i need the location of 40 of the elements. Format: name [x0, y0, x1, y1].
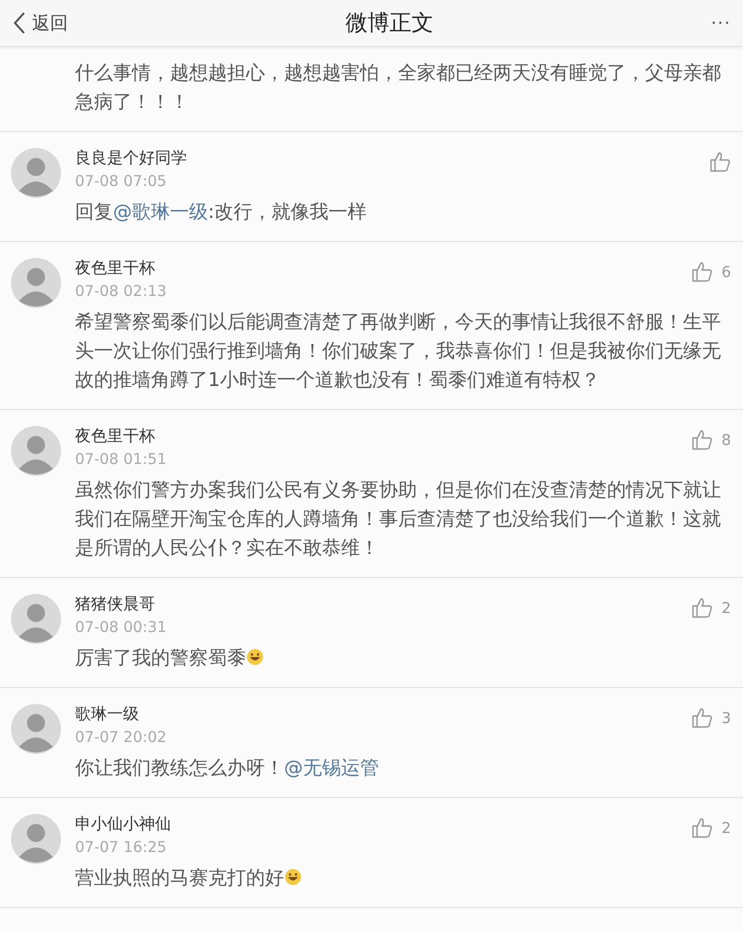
- comment-text: 虽然你们警方办案我们公民有义务要协助，但是你们在没查清楚的情况下就让我们在隔壁开淘宝仓库的人蹲墙角！事后查清楚了也没给我们一个道歉！这就是所谓的人民公仆？实在不敢恭维！: [75, 478, 722, 561]
- like-button[interactable]: [710, 152, 731, 172]
- mention-link[interactable]: @无锡运管: [284, 757, 379, 779]
- thumbs-up-icon: [692, 598, 714, 618]
- thumbs-up-icon: [692, 262, 714, 282]
- avatar-icon: [11, 426, 61, 476]
- comment-time: 07-07 16:25: [75, 838, 168, 856]
- comment-time: 07-08 02:13: [75, 282, 167, 300]
- avatar-icon: [11, 704, 61, 754]
- page-title: 微博正文: [345, 10, 434, 38]
- emoji-icon: [246, 648, 264, 666]
- back-icon: [12, 11, 26, 35]
- comment-text: 厉害了我的警察蜀黍: [75, 644, 731, 673]
- user-name[interactable]: 良良是个好同学: [75, 148, 187, 169]
- avatar-icon: [11, 148, 61, 198]
- thumbs-up-icon: [692, 430, 714, 450]
- back-button[interactable]: 返回: [12, 11, 68, 35]
- comment-text: 你让我们教练怎么办呀！@无锡运管: [75, 756, 380, 781]
- thumbs-up-icon: [692, 708, 714, 728]
- avatar-icon: [11, 258, 61, 308]
- comment-time: 07-08 00:31: [75, 618, 167, 636]
- avatar-icon: [11, 594, 61, 644]
- avatar-icon: [11, 814, 61, 864]
- comment-text: 希望警察蜀黍们以后能调查清楚了再做判断，今天的事情让我很不舒服！生平头一次让你们强行推到墙角！你们破案了，我恭喜你们！但是我被你们无缘无故的推墙角蹲了1小时连一个道歉也没有！蜀黍们难道有特权？: [75, 310, 722, 393]
- comment-text: 营业执照的马赛克打的好: [75, 864, 731, 893]
- mention-link[interactable]: @歌琳一级: [113, 201, 208, 223]
- comment-text: 回复@歌琳一级:改行，就像我一样: [75, 200, 368, 225]
- thumbs-up-icon: [692, 818, 714, 838]
- user-name[interactable]: 猪猪侠晨哥: [75, 594, 167, 615]
- more-button[interactable]: ···: [710, 12, 731, 34]
- comment-time: 07-07 20:02: [75, 728, 167, 746]
- comment-time: 07-08 01:51: [75, 450, 167, 468]
- comment-time: 07-08 07:05: [75, 172, 168, 190]
- user-name[interactable]: 歌琳一级: [75, 704, 167, 725]
- emoji-icon: [284, 868, 302, 886]
- user-name[interactable]: 夜色里干杯: [75, 258, 167, 279]
- thumbs-up-icon: [710, 152, 731, 172]
- user-name[interactable]: 夜色里干杯: [75, 426, 167, 447]
- comment-text: 什么事情，越想越担心，越想越害怕，全家都已经两天没有睡觉了，父母亲都急病了！！！: [75, 61, 722, 115]
- user-name[interactable]: 申小仙小神仙: [75, 814, 171, 835]
